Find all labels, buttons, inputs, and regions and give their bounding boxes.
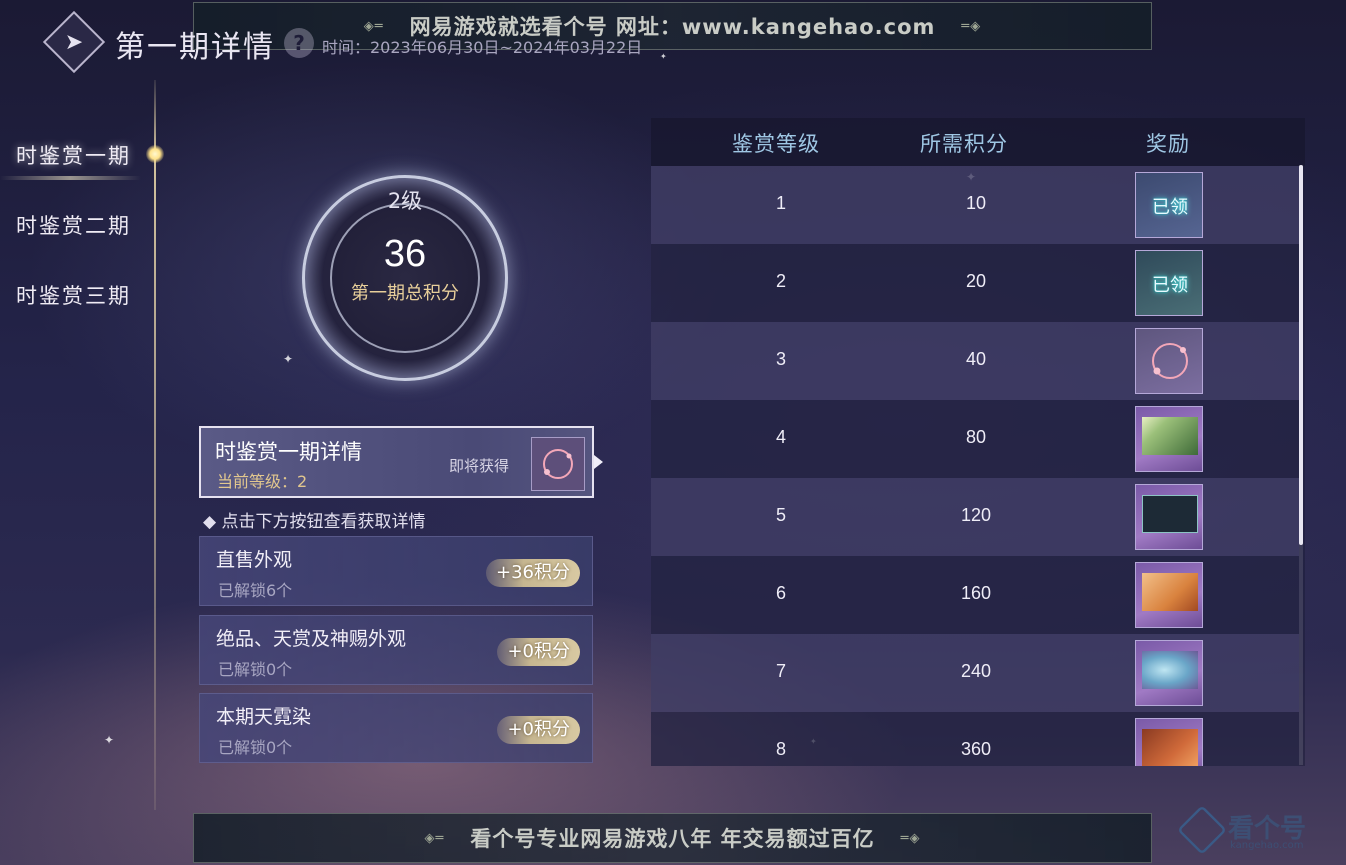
level-ring: 2级 36 第一期总积分 xyxy=(230,115,580,415)
reward-item[interactable]: 已领 xyxy=(1135,250,1203,316)
question-icon[interactable]: ? xyxy=(284,28,314,58)
points-badge: +36积分 xyxy=(486,559,580,587)
expand-arrow-icon[interactable] xyxy=(594,455,603,469)
score-caption: 第一期总积分 xyxy=(351,283,459,304)
row-points: 120 xyxy=(960,505,992,525)
category-unlocked: 已解锁0个 xyxy=(218,738,293,757)
row-level: 8 xyxy=(775,739,786,759)
row-points: 40 xyxy=(965,349,987,369)
table-header: 鉴赏等级 所需积分 奖励 xyxy=(651,118,1305,166)
total-score: 36 xyxy=(383,233,427,275)
reward-item[interactable] xyxy=(1135,640,1203,706)
row-points: 160 xyxy=(960,583,992,603)
table-row: 4 80 xyxy=(651,400,1299,478)
ornament-icon: ═◈ xyxy=(961,18,982,34)
points-badge: +0积分 xyxy=(497,638,580,666)
watermark-text: 看个号专业网易游戏八年 年交易额过百亿 xyxy=(470,827,875,851)
hint-label: 点击下方按钮查看获取详情 xyxy=(221,512,426,532)
star-icon: ✦ xyxy=(104,733,115,747)
row-points: 10 xyxy=(965,193,987,213)
reward-thumbnail xyxy=(1142,417,1198,455)
table-row: 2 20 已领 xyxy=(651,244,1299,322)
table-row: 1 10 已领 xyxy=(651,166,1299,244)
logo-subtext: kangehao.com xyxy=(1230,840,1304,851)
table-row: 5 120 xyxy=(651,478,1299,556)
nav-divider xyxy=(154,80,156,810)
eye-logo-icon xyxy=(1177,805,1227,855)
row-level: 2 xyxy=(775,271,786,291)
points-badge: +0积分 xyxy=(497,716,580,744)
detail-title: 时鉴赏一期详情 xyxy=(215,440,362,464)
table-row: 6 160 xyxy=(651,556,1299,634)
row-level: 5 xyxy=(775,505,786,525)
category-dye[interactable]: 本期天霓染 已解锁0个 +0积分 xyxy=(199,693,593,763)
reward-item[interactable] xyxy=(1135,406,1203,472)
reward-item[interactable]: 已领 xyxy=(1135,172,1203,238)
reward-thumbnail xyxy=(1142,495,1198,533)
back-arrow-icon[interactable]: ➤ xyxy=(54,22,94,62)
current-level: 当前等级：2 xyxy=(217,472,308,491)
row-level: 6 xyxy=(775,583,786,603)
ornament-icon: ◈═ xyxy=(363,18,384,34)
row-points: 80 xyxy=(965,427,987,447)
active-indicator-icon xyxy=(146,145,164,163)
column-header-level: 鉴赏等级 xyxy=(732,132,820,156)
period-detail-card[interactable]: 时鉴赏一期详情 当前等级：2 即将获得 xyxy=(199,426,594,498)
nav-item-period-3[interactable]: 时鉴赏三期 xyxy=(16,280,131,310)
star-icon: ✦ xyxy=(660,52,667,61)
next-reward-thumbnail[interactable] xyxy=(531,437,585,491)
claimed-label: 已领 xyxy=(1152,275,1188,296)
reward-item[interactable] xyxy=(1135,718,1203,766)
scrollbar-thumb[interactable] xyxy=(1299,165,1303,545)
ring-inner xyxy=(330,203,480,353)
category-premium[interactable]: 绝品、天赏及神赐外观 已解锁0个 +0积分 xyxy=(199,615,593,685)
reward-thumbnail xyxy=(1142,573,1198,611)
row-points: 240 xyxy=(960,661,992,681)
row-points: 360 xyxy=(960,739,992,759)
reward-item[interactable] xyxy=(1135,328,1203,394)
row-level: 4 xyxy=(775,427,786,447)
nav-item-period-2[interactable]: 时鉴赏二期 xyxy=(16,210,131,240)
reward-thumbnail xyxy=(1142,729,1198,766)
hint-text: ◆ 点击下方按钮查看获取详情 xyxy=(203,512,426,532)
claimed-label: 已领 xyxy=(1152,197,1188,218)
table-row: 7 240 xyxy=(651,634,1299,712)
brand-logo: 看个号 kangehao.com xyxy=(1177,805,1330,856)
category-name: 绝品、天赏及神赐外观 xyxy=(216,628,407,650)
table-row: 3 40 xyxy=(651,322,1299,400)
page-title: 第一期详情 xyxy=(115,30,275,65)
reward-thumbnail xyxy=(1142,651,1198,689)
ring-frame-icon xyxy=(1152,343,1188,379)
category-name: 直售外观 xyxy=(216,549,293,571)
reward-table: 鉴赏等级 所需积分 奖励 1 10 已领 2 20 已领 3 40 4 80 5… xyxy=(651,118,1305,766)
coming-soon-label: 即将获得 xyxy=(449,457,510,475)
row-level: 7 xyxy=(775,661,786,681)
category-name: 本期天霓染 xyxy=(216,706,312,728)
ornament-icon: ═◈ xyxy=(900,830,921,846)
watermark-banner-bottom: ◈═ 看个号专业网易游戏八年 年交易额过百亿 ═◈ xyxy=(193,813,1152,863)
level-text: 2级 xyxy=(387,189,423,213)
column-header-reward: 奖励 xyxy=(1146,132,1190,156)
nav-item-period-1[interactable]: 时鉴赏一期 xyxy=(0,140,141,180)
reward-item[interactable] xyxy=(1135,484,1203,550)
time-range: 时间：2023年06月30日~2024年03月22日 xyxy=(322,38,643,57)
ring-frame-icon xyxy=(543,449,573,479)
reward-item[interactable] xyxy=(1135,562,1203,628)
ornament-icon: ◈═ xyxy=(424,830,445,846)
row-level: 3 xyxy=(775,349,786,369)
category-unlocked: 已解锁6个 xyxy=(218,581,293,600)
row-points: 20 xyxy=(965,271,987,291)
category-unlocked: 已解锁0个 xyxy=(218,660,293,679)
category-direct-sale[interactable]: 直售外观 已解锁6个 +36积分 xyxy=(199,536,593,606)
column-header-points: 所需积分 xyxy=(920,132,1008,156)
row-level: 1 xyxy=(775,193,786,213)
table-row: 8 360 xyxy=(651,712,1299,766)
